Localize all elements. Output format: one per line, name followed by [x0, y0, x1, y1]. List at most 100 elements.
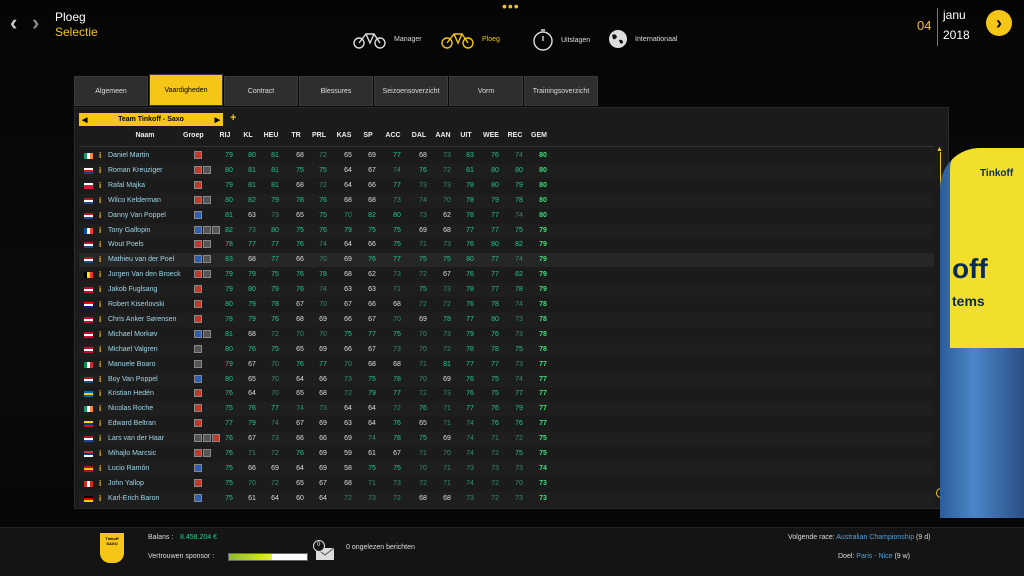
column-header-uit[interactable]: UIT [456, 132, 476, 139]
info-icon[interactable]: i [99, 315, 101, 324]
add-icon[interactable]: + [230, 112, 236, 124]
table-row[interactable]: i Lars van der Haar 76 67 73 66 66 69 74 78 75 69… [79, 432, 934, 446]
info-icon[interactable]: i [99, 375, 101, 384]
table-row[interactable]: i Wilco Kelderman 80 82 79 78 76 68 68 73 74 70 78… [79, 194, 934, 208]
column-header-kl[interactable]: KL [238, 132, 258, 139]
table-row[interactable]: i Jurgen Van den Broeck 79 79 75 76 78 68 62 73… [79, 268, 934, 282]
info-icon[interactable]: i [99, 464, 101, 473]
info-icon[interactable]: i [99, 270, 101, 279]
table-row[interactable]: i Mihajlo Marcsic 76 71 72 76 69 59 61 67 71 70 74… [79, 447, 934, 461]
table-row[interactable]: i Edward Beltran 77 79 74 67 69 63 64 76 65 71 74 7… [79, 417, 934, 431]
info-icon[interactable]: i [99, 196, 101, 205]
rider-name[interactable]: Michael Valgren [108, 346, 158, 353]
rider-name[interactable]: Karl-Erich Baron [108, 495, 159, 502]
column-header-sp[interactable]: SP [358, 132, 378, 139]
info-icon[interactable]: i [99, 166, 101, 175]
goal-link[interactable]: Paris - Nice [856, 553, 892, 560]
table-row[interactable]: i Chris Anker Sørensen 78 79 76 68 69 66 67 70 6… [79, 313, 934, 327]
info-icon[interactable]: i [99, 419, 101, 428]
rider-name[interactable]: Wilco Kelderman [108, 197, 161, 204]
table-row[interactable]: i Roman Kreuziger 80 81 81 75 75 64 67 74 76 72 81… [79, 164, 934, 178]
forward-arrow-icon[interactable]: › [32, 10, 39, 36]
tab-contract[interactable]: Contract [224, 76, 298, 106]
table-row[interactable]: i Jakob Fuglsang 79 80 79 76 74 63 63 71 75 73 78 7… [79, 283, 934, 297]
nav-uitslagen[interactable]: Uitslagen [531, 28, 590, 52]
info-icon[interactable]: i [99, 151, 101, 160]
rider-name[interactable]: Jurgen Van den Broeck [108, 271, 181, 278]
table-row[interactable]: i Mathieu van der Poel 83 68 77 66 70 69 76 77 7… [79, 253, 934, 268]
rider-name[interactable]: Jakob Fuglsang [108, 286, 157, 293]
rider-name[interactable]: Roman Kreuziger [108, 167, 162, 174]
table-row[interactable]: i Boy Van Poppel 80 65 70 64 66 73 75 78 70 69 76 7… [79, 373, 934, 387]
info-icon[interactable]: i [99, 404, 101, 413]
column-header-wee[interactable]: WEE [481, 132, 501, 139]
table-row[interactable]: i John Yallop 75 70 72 65 67 68 71 73 72 71 74 72 70… [79, 477, 934, 491]
rider-name[interactable]: Daniel Martin [108, 152, 149, 159]
info-icon[interactable]: i [99, 240, 101, 249]
table-row[interactable]: i Nicolas Roche 75 76 77 74 73 64 64 72 76 71 77 76… [79, 402, 934, 416]
info-icon[interactable]: i [99, 479, 101, 488]
table-row[interactable]: i Manuele Boaro 79 67 70 76 77 70 68 68 71 81 77 77… [79, 358, 934, 372]
rider-name[interactable]: Boy Van Poppel [108, 376, 158, 383]
column-header-naam[interactable]: Naam [119, 132, 171, 139]
column-header-aan[interactable]: AAN [433, 132, 453, 139]
table-row[interactable]: i Robert Kiserlovski 80 79 78 67 70 67 66 68 72 7… [79, 298, 934, 312]
info-icon[interactable]: i [99, 285, 101, 294]
team-selector[interactable]: ◀ Team Tinkoff - Saxo ▶ [79, 113, 223, 126]
table-row[interactable]: i Kristian Hedén 76 64 70 65 68 72 79 77 72 73 76 7… [79, 387, 934, 401]
next-race-link[interactable]: Australian Championship [836, 534, 914, 541]
column-header-tr[interactable]: TR [286, 132, 306, 139]
more-dots-icon[interactable]: ••• [502, 0, 520, 14]
tab-trainingsoverzicht[interactable]: Trainingsoverzicht [524, 76, 598, 106]
info-icon[interactable]: i [99, 389, 101, 398]
prev-team-icon[interactable]: ◀ [82, 116, 87, 124]
rider-name[interactable]: Manuele Boaro [108, 361, 155, 368]
rider-name[interactable]: Michael Morkøv [108, 331, 157, 338]
rider-name[interactable]: Nicolas Roche [108, 405, 153, 412]
nav-internationaal[interactable]: Internationaal [607, 28, 677, 50]
table-row[interactable]: i Lucio Ramón 75 66 69 64 69 58 75 75 70 71 73 73 73… [79, 462, 934, 476]
tab-seizoensoverzicht[interactable]: Seizoensoverzicht [374, 76, 448, 106]
column-header-kas[interactable]: KAS [334, 132, 354, 139]
rider-name[interactable]: Tony Gallopin [108, 227, 150, 234]
info-icon[interactable]: i [99, 494, 101, 503]
rider-name[interactable]: Chris Anker Sørensen [108, 316, 176, 323]
next-team-icon[interactable]: ▶ [215, 116, 220, 124]
table-row[interactable]: i Rafal Majka 79 81 81 68 72 64 66 77 73 73 78 80 79… [79, 179, 934, 193]
nav-ploeg[interactable]: Ploeg [440, 28, 500, 50]
rider-name[interactable]: Mihajlo Marcsic [108, 450, 156, 457]
column-header-gem[interactable]: GEM [529, 132, 549, 139]
table-row[interactable]: i Wout Poels 78 77 77 76 74 64 66 75 71 73 76 80 82 7… [79, 238, 934, 252]
nav-manager[interactable]: Manager [352, 28, 422, 50]
unread-messages[interactable]: 0 ongelezen berichten [346, 544, 415, 551]
table-row[interactable]: i Daniel Martin 79 80 81 68 72 65 69 77 68 73 83 76… [79, 149, 934, 163]
column-header-acc[interactable]: ACC [383, 132, 403, 139]
table-row[interactable]: i Karl-Erich Baron 75 61 64 60 64 72 73 72 68 68 7… [79, 492, 934, 506]
info-icon[interactable]: i [99, 181, 101, 190]
rider-name[interactable]: Kristian Hedén [108, 390, 154, 397]
tab-blessures[interactable]: Blessures [299, 76, 373, 106]
table-row[interactable]: i Tony Gallopin 82 73 80 75 76 79 75 75 69 68 77 77… [79, 224, 934, 238]
table-row[interactable]: i Michael Morkøv 81 68 72 70 70 75 77 75 70 73 79 7… [79, 328, 934, 342]
info-icon[interactable]: i [99, 300, 101, 309]
info-icon[interactable]: i [99, 360, 101, 369]
info-icon[interactable]: i [99, 434, 101, 443]
column-header-prl[interactable]: PRL [309, 132, 329, 139]
info-icon[interactable]: i [99, 226, 101, 235]
info-icon[interactable]: i [99, 255, 101, 264]
tab-vaardigheden[interactable]: Vaardigheden [149, 74, 223, 106]
rider-name[interactable]: Robert Kiserlovski [108, 301, 164, 308]
tab-algemeen[interactable]: Algemeen [74, 76, 148, 106]
info-icon[interactable]: i [99, 211, 101, 220]
rider-name[interactable]: Danny Van Poppel [108, 212, 166, 219]
column-header-dal[interactable]: DAL [409, 132, 429, 139]
info-icon[interactable]: i [99, 449, 101, 458]
table-row[interactable]: i Michael Valgren 80 76 75 65 69 66 67 73 70 72 78… [79, 343, 934, 357]
info-icon[interactable]: i [99, 330, 101, 339]
rider-name[interactable]: Edward Beltran [108, 420, 156, 427]
rider-name[interactable]: Wout Poels [108, 241, 144, 248]
rider-name[interactable]: Rafal Majka [108, 182, 145, 189]
next-day-button[interactable]: › [986, 10, 1012, 36]
table-row[interactable]: i Danny Van Poppel 81 63 73 65 75 70 82 80 73 62 7… [79, 209, 934, 223]
column-header-rec[interactable]: REC [505, 132, 525, 139]
